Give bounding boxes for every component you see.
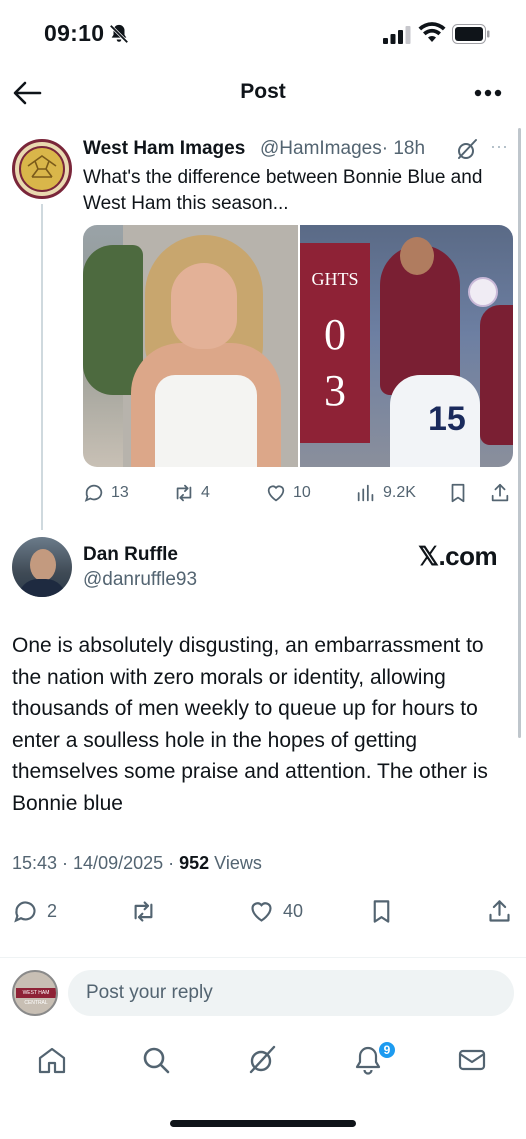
tank-top <box>155 375 257 467</box>
share-icon <box>491 483 509 502</box>
like-count: 40 <box>283 900 304 921</box>
reply-button[interactable]: 2 <box>12 895 57 927</box>
bell-off-icon <box>109 24 129 44</box>
like-button[interactable]: 10 <box>265 480 311 506</box>
post-timestamp: 15:43 · 14/09/2025 · <box>12 853 180 873</box>
views-label: Views <box>209 853 262 873</box>
header: Post <box>0 70 526 118</box>
reply-count: 13 <box>111 484 129 501</box>
page-title: Post <box>240 80 286 103</box>
media-image-right[interactable]: GHTS 0 3 15 <box>300 225 513 467</box>
player-head <box>400 237 434 275</box>
repost-icon <box>134 900 153 922</box>
search-icon[interactable] <box>140 1044 172 1076</box>
avatar-body <box>18 579 66 597</box>
grok-icon[interactable] <box>246 1044 278 1076</box>
bookmark-button[interactable] <box>368 895 395 927</box>
notification-badge[interactable]: 9 <box>377 1040 397 1060</box>
share-button[interactable] <box>489 480 511 506</box>
scoreboard: GHTS 0 3 <box>300 243 370 443</box>
post-time: · 18h <box>381 138 426 159</box>
heart-icon <box>267 485 285 502</box>
views-icon <box>357 484 374 502</box>
score-home: 0 <box>324 310 346 359</box>
x-com-source: 𝕏.com <box>418 541 498 571</box>
handle-text: @HamImages <box>260 138 382 159</box>
author-handle[interactable]: @HamImages· 18h <box>260 138 425 160</box>
heart-icon <box>251 901 272 922</box>
wifi-icon <box>418 22 446 42</box>
bookmark-icon <box>451 483 465 503</box>
repost-button[interactable]: 4 <box>173 480 210 506</box>
parent-post[interactable]: West Ham Images @HamImages· 18h ··· What… <box>0 128 526 530</box>
media-grid[interactable]: GHTS 0 3 15 <box>83 225 513 467</box>
author-name[interactable]: Dan Ruffle <box>83 544 178 566</box>
avatar[interactable]: WEST HAM CENTRAL <box>12 970 58 1016</box>
more-horizontal-icon[interactable] <box>470 78 506 108</box>
like-button[interactable]: 40 <box>248 895 303 927</box>
avatar-text: WEST HAM CENTRAL <box>16 988 56 1006</box>
post-text: One is absolutely disgusting, an embarra… <box>12 634 488 815</box>
messages-icon[interactable] <box>456 1044 488 1076</box>
football-logo-icon <box>19 146 65 192</box>
post-meta: 15:43 · 14/09/2025 · 952 Views <box>12 853 262 874</box>
grok-icon[interactable] <box>455 138 479 162</box>
player-claret-right <box>480 305 513 445</box>
like-count: 10 <box>293 484 311 501</box>
share-button[interactable] <box>486 895 513 927</box>
face <box>171 263 237 349</box>
reply-input[interactable]: Post your reply <box>68 970 514 1016</box>
author-name[interactable]: West Ham Images <box>83 138 245 160</box>
reply-count: 2 <box>47 900 58 921</box>
media-image-left[interactable] <box>83 225 298 467</box>
reply-icon <box>84 484 103 502</box>
bottom-nav <box>0 1036 526 1086</box>
home-indicator[interactable] <box>170 1120 356 1127</box>
views-count: 9.2K <box>383 484 416 501</box>
views-button[interactable]: 9.2K <box>355 480 416 506</box>
status-time: 09:10 <box>44 20 105 46</box>
author-handle[interactable]: @danruffle93 <box>83 569 197 591</box>
score-away: 3 <box>324 366 346 415</box>
divider <box>0 957 526 958</box>
avatar[interactable] <box>12 537 72 597</box>
signal-icon <box>383 26 411 44</box>
repost-count: 4 <box>201 484 210 501</box>
shirt-number: 15 <box>428 400 466 438</box>
views-count[interactable]: 952 <box>179 853 209 873</box>
battery-icon <box>452 24 490 44</box>
more-horizontal-icon[interactable]: ··· <box>490 136 514 156</box>
repost-button[interactable] <box>130 895 157 927</box>
reply-icon <box>14 900 36 922</box>
bookmark-icon <box>373 899 390 923</box>
thread-line <box>41 204 43 530</box>
post-text: What's the difference between Bonnie Blu… <box>83 167 483 214</box>
scoreboard-label: GHTS <box>311 269 359 289</box>
share-icon <box>489 899 510 922</box>
reply-button[interactable]: 13 <box>83 480 129 506</box>
bookmark-button[interactable] <box>447 480 469 506</box>
post-actions: 13 4 10 9.2K <box>83 480 515 506</box>
home-icon[interactable] <box>36 1044 68 1076</box>
football <box>468 277 498 307</box>
repost-icon <box>176 484 192 502</box>
avatar-face <box>30 549 56 581</box>
status-bar: 09:10 <box>0 0 526 70</box>
post-actions: 2 40 <box>12 895 517 927</box>
avatar[interactable] <box>12 139 72 199</box>
